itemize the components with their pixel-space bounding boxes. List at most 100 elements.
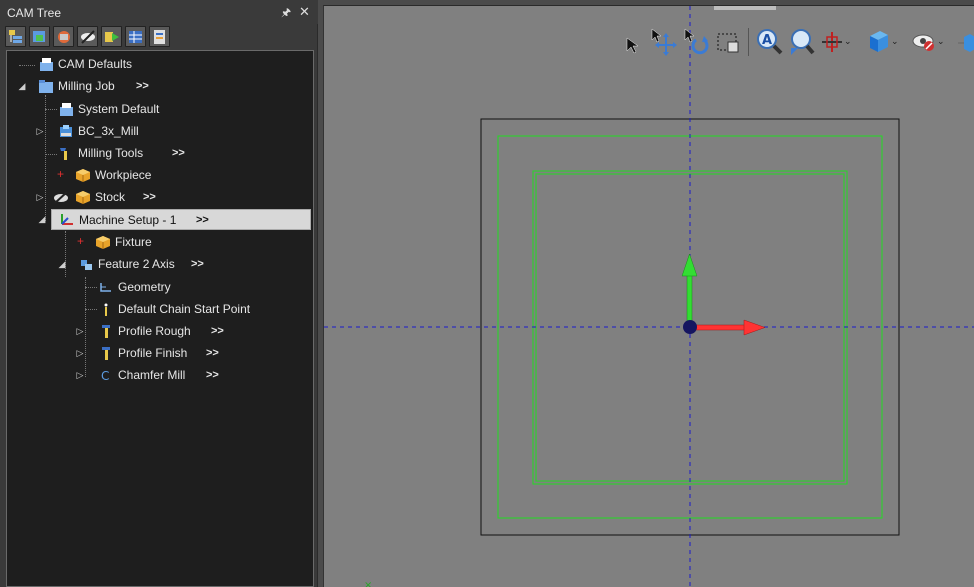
more-indicator[interactable]: >> bbox=[206, 365, 219, 386]
zoom-fit-icon[interactable]: A bbox=[756, 28, 784, 56]
toolbar-divider bbox=[748, 28, 749, 56]
pin-icon[interactable]: 🖈 bbox=[281, 4, 291, 23]
simulate-button[interactable] bbox=[101, 26, 122, 47]
origin-axis-triad bbox=[681, 253, 766, 336]
more-icon[interactable] bbox=[958, 30, 974, 54]
pan-icon[interactable] bbox=[650, 28, 678, 56]
more-indicator[interactable]: >> bbox=[172, 143, 185, 164]
grid-view-button[interactable] bbox=[125, 26, 146, 47]
tree-expand-button[interactable] bbox=[5, 26, 26, 47]
hide-icon bbox=[54, 191, 68, 204]
tree-item-default-chain-start-point[interactable]: Default Chain Start Point bbox=[95, 299, 305, 320]
tree-item-system-default[interactable]: System Default bbox=[55, 99, 305, 120]
collapse-icon[interactable]: ◢ bbox=[17, 76, 27, 97]
stock-icon bbox=[76, 191, 90, 204]
geometry-icon bbox=[100, 283, 111, 292]
expand-icon[interactable]: ▷ bbox=[35, 187, 45, 208]
fixture-icon bbox=[96, 236, 110, 249]
tree-item-label: CAM Defaults bbox=[58, 57, 133, 71]
tree-item-milling-job[interactable]: ◢ Milling Job >> bbox=[15, 76, 305, 97]
tree-item-label: Machine Setup - 1 bbox=[79, 213, 177, 227]
properties-icon bbox=[154, 30, 165, 44]
more-indicator[interactable]: >> bbox=[136, 76, 149, 97]
tree-item-workpiece[interactable]: + Workpiece bbox=[55, 165, 305, 186]
machine-setup-icon bbox=[61, 214, 73, 225]
rotate-icon[interactable] bbox=[683, 28, 711, 56]
chamfer-icon: C bbox=[101, 369, 109, 383]
properties-button[interactable] bbox=[149, 26, 170, 47]
tree-guide bbox=[19, 65, 35, 66]
workpiece-icon bbox=[76, 169, 90, 182]
tree-item-milling-tools[interactable]: Milling Tools >> bbox=[55, 143, 305, 164]
tree-item-label: Workpiece bbox=[95, 168, 152, 182]
tree-item-fixture[interactable]: + Fixture bbox=[75, 232, 305, 253]
machine-icon bbox=[60, 125, 72, 137]
milling-tools-icon bbox=[60, 148, 67, 160]
more-indicator[interactable]: >> bbox=[143, 187, 156, 208]
tree-item-label: Fixture bbox=[115, 235, 152, 249]
cam-tree: CAM Defaults ◢ Milling Job >> System Def… bbox=[6, 50, 314, 587]
more-indicator[interactable]: >> bbox=[211, 321, 224, 342]
add-icon: + bbox=[77, 234, 85, 248]
tree-item-label: Stock bbox=[95, 190, 126, 204]
graphics-viewport[interactable]: × A ⌄ ⌄ ⌄ bbox=[323, 5, 974, 587]
svg-text:C: C bbox=[101, 369, 109, 383]
svg-text:A: A bbox=[762, 33, 772, 48]
zoom-icon[interactable] bbox=[788, 28, 816, 56]
origin-point bbox=[683, 320, 697, 334]
expand-icon[interactable]: ▷ bbox=[75, 343, 85, 364]
expand-icon[interactable]: ▷ bbox=[75, 321, 85, 342]
view-cube-icon[interactable]: ⌄ bbox=[866, 28, 900, 56]
tree-item-bc-3x-mill[interactable]: ▷ BC_3x_Mill bbox=[35, 121, 305, 142]
collapse-icon[interactable]: ◢ bbox=[37, 209, 47, 230]
select-arrow-icon[interactable] bbox=[624, 36, 640, 54]
panel-header: CAM Tree 🖈 ✕ bbox=[0, 0, 318, 24]
more-indicator[interactable]: >> bbox=[196, 210, 209, 231]
tree-item-chamfer-mill[interactable]: ▷ C Chamfer Mill >> bbox=[75, 365, 305, 386]
tree-item-label: Milling Job bbox=[58, 79, 115, 93]
tree-item-label: Profile Finish bbox=[118, 346, 188, 360]
more-indicator[interactable]: >> bbox=[206, 343, 219, 364]
visibility-icon[interactable]: ⌄ bbox=[912, 28, 946, 56]
milling-job-icon bbox=[39, 80, 53, 93]
collapse-icon[interactable]: ◢ bbox=[57, 254, 67, 275]
expand-icon[interactable]: ▷ bbox=[35, 121, 45, 142]
hide-toolpath-button[interactable] bbox=[77, 26, 98, 47]
origin-icon[interactable]: ⌄ bbox=[820, 30, 850, 56]
tree-item-profile-rough[interactable]: ▷ Profile Rough >> bbox=[75, 321, 305, 342]
tree-item-feature-2-axis[interactable]: ◢ Feature 2 Axis >> bbox=[55, 254, 305, 275]
add-icon: + bbox=[57, 167, 65, 181]
tree-item-label: Feature 2 Axis bbox=[98, 257, 175, 271]
new-operation-button[interactable] bbox=[29, 26, 50, 47]
tree-item-machine-setup[interactable]: Machine Setup - 1 >> bbox=[51, 209, 311, 230]
zoom-window-icon[interactable] bbox=[716, 30, 742, 56]
system-default-icon bbox=[60, 103, 73, 116]
tree-item-label: Chamfer Mill bbox=[118, 368, 186, 382]
tree-item-profile-finish[interactable]: ▷ Profile Finish >> bbox=[75, 343, 305, 364]
profile-tool-icon bbox=[102, 347, 110, 360]
axis-marker: × bbox=[364, 580, 372, 587]
toolpath-icon bbox=[58, 31, 70, 43]
cam-application: CAM Tree 🖈 ✕ CAM Defaults ◢ Milling Job … bbox=[0, 0, 974, 587]
close-icon[interactable]: ✕ bbox=[299, 4, 310, 20]
tree-item-cam-defaults[interactable]: CAM Defaults bbox=[35, 54, 305, 75]
simulate-icon bbox=[105, 32, 119, 42]
panel-title: CAM Tree bbox=[7, 6, 62, 20]
new-operation-icon bbox=[33, 31, 45, 42]
more-indicator[interactable]: >> bbox=[191, 254, 204, 275]
svg-text:⌄: ⌄ bbox=[937, 37, 945, 47]
tree-item-stock[interactable]: ▷ Stock >> bbox=[35, 187, 305, 208]
toolpath-button[interactable] bbox=[53, 26, 74, 47]
viewport-canvas[interactable]: × bbox=[324, 6, 974, 587]
tree-item-label: Geometry bbox=[118, 280, 171, 294]
expand-icon[interactable]: ▷ bbox=[75, 365, 85, 386]
tree-item-label: Default Chain Start Point bbox=[118, 302, 251, 316]
tree-item-label: Profile Rough bbox=[118, 324, 191, 338]
tree-item-geometry[interactable]: Geometry bbox=[95, 277, 305, 298]
cam-defaults-icon bbox=[40, 58, 53, 71]
tree-item-label: Milling Tools bbox=[78, 146, 144, 160]
grid-view-icon bbox=[129, 31, 142, 43]
start-point-icon bbox=[104, 303, 108, 316]
cam-tree-panel: CAM Tree 🖈 ✕ CAM Defaults ◢ Milling Job … bbox=[0, 0, 318, 587]
profile-tool-icon bbox=[102, 325, 110, 338]
